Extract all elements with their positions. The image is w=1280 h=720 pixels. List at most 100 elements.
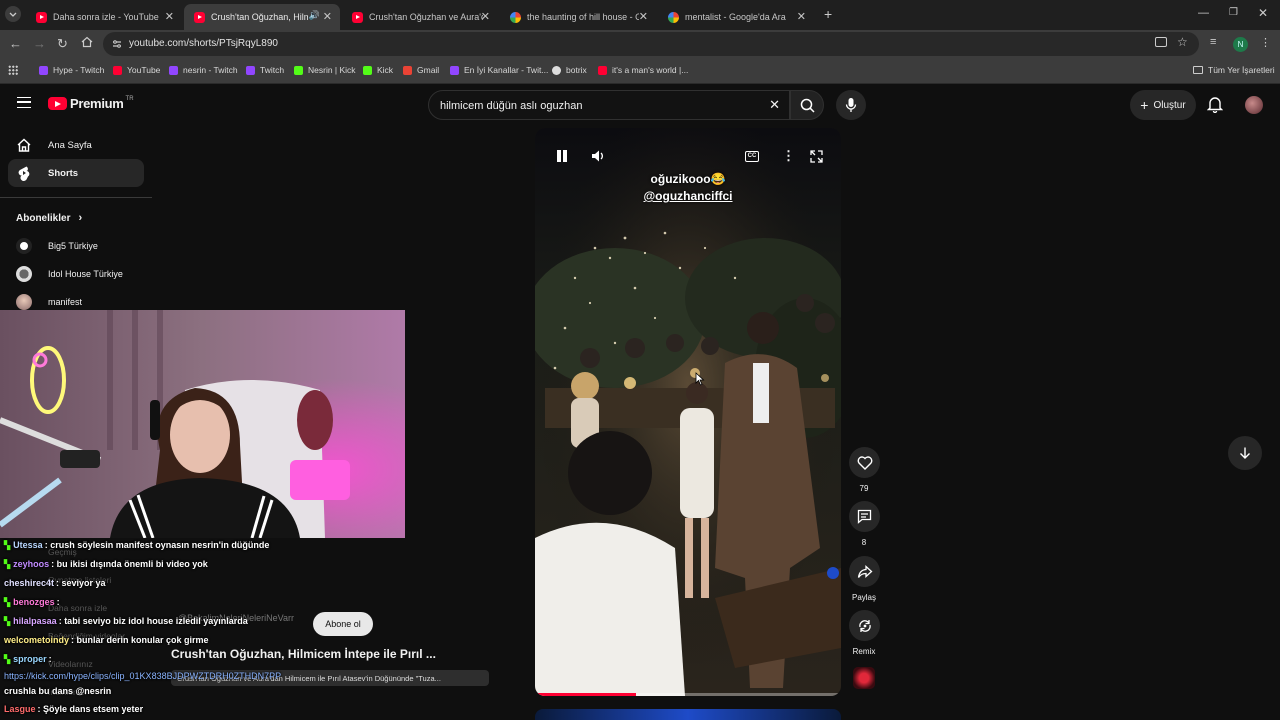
tab-media-icon[interactable]: ≡ (1210, 36, 1216, 48)
bookmark-item[interactable]: botrix (552, 65, 587, 75)
chat-username: zeyhoos (13, 559, 50, 569)
bookmark-item[interactable]: Kick (363, 65, 393, 75)
create-button[interactable]: + Oluştur (1130, 90, 1196, 120)
sound-thumbnail[interactable] (853, 667, 875, 689)
profile-avatar[interactable]: N (1233, 37, 1248, 52)
apps-grid-icon[interactable] (8, 65, 18, 75)
heart-icon (857, 456, 872, 470)
chat-message: ▚ sproper: (4, 654, 55, 664)
subscribe-button[interactable]: Abone ol (313, 612, 373, 636)
youtube-icon (598, 65, 607, 75)
close-icon[interactable]: ✕ (481, 10, 490, 23)
browser-tab[interactable]: the haunting of hill house - Goo ✕ (500, 4, 656, 30)
next-short-button[interactable] (1228, 436, 1262, 470)
browser-menu-icon[interactable]: ⋮ (1260, 36, 1271, 49)
address-bar[interactable]: youtube.com/shorts/PTsjRqyL890 ☆ (103, 32, 1199, 56)
chat-message: ▚ hilalpasaa: tabi seviyo biz idol house… (4, 616, 248, 626)
subscriptions-header[interactable]: Abonelikler › (16, 212, 82, 224)
back-button[interactable]: ← (9, 36, 22, 52)
close-icon[interactable]: ✕ (323, 10, 332, 23)
bookmark-item[interactable]: Nesrin | Kick (294, 65, 356, 75)
voice-search-button[interactable] (836, 90, 866, 120)
tab-title: Daha sonra izle - YouTube (53, 12, 159, 22)
youtube-icon (113, 65, 122, 75)
browser-toolbar: ← → ↻ youtube.com/shorts/PTsjRqyL890 ☆ ≡… (0, 30, 1280, 58)
chat-link[interactable]: https://kick.com/hype/clips/clip_01KX838… (4, 671, 281, 681)
close-icon[interactable]: ✕ (165, 10, 174, 23)
sidebar-item-home[interactable]: Ana Sayfa (8, 131, 144, 159)
like-button[interactable] (849, 447, 880, 478)
site-info-icon[interactable] (112, 39, 122, 49)
sidebar-divider (0, 197, 152, 198)
install-app-icon[interactable] (1155, 37, 1167, 47)
youtube-icon (352, 11, 363, 23)
bookmark-star-icon[interactable]: ☆ (1177, 35, 1188, 49)
close-icon[interactable]: ✕ (639, 10, 648, 23)
video-title[interactable]: Crush'tan Oğuzhan, Hilmicem İntepe ile P… (171, 647, 436, 661)
bookmark-item[interactable]: Twitch (246, 65, 284, 75)
new-tab-button[interactable]: + (824, 6, 832, 22)
bookmark-label: Tüm Yer İşaretleri (1208, 65, 1275, 75)
youtube-logo-icon (48, 97, 67, 110)
chat-message-link[interactable]: https://kick.com/hype/clips/clip_01KX838… (4, 671, 281, 681)
streamer-webcam (0, 310, 405, 538)
kick-icon (363, 65, 372, 75)
search-input[interactable]: hilmicem düğün aslı oguzhan ✕ (428, 90, 790, 120)
home-icon (17, 138, 31, 152)
browser-tab[interactable]: mentalist - Google'da Ara ✕ (658, 4, 814, 30)
shorts-video-player[interactable]: CC ⋮ oğuzikooo😂 @oguzhanciffci (535, 128, 841, 696)
bookmark-item[interactable]: Hype - Twitch (39, 65, 104, 75)
kick-badge-icon: ▚ (4, 559, 11, 569)
all-bookmarks-folder[interactable]: Tüm Yer İşaretleri (1193, 65, 1275, 75)
reload-button[interactable]: ↻ (57, 36, 68, 52)
remix-button[interactable] (849, 610, 880, 641)
tab-search-button[interactable] (5, 6, 21, 22)
window-close-button[interactable]: ✕ (1258, 6, 1268, 20)
search-button[interactable] (790, 90, 824, 120)
subscription-item[interactable]: Idol House Türkiye (16, 264, 123, 284)
account-avatar[interactable] (1245, 96, 1263, 114)
browser-tab[interactable]: Daha sonra izle - YouTube ✕ (26, 4, 182, 30)
forward-button[interactable]: → (33, 36, 46, 52)
arrow-down-icon (1240, 447, 1250, 459)
bookmark-item[interactable]: Gmail (403, 65, 439, 75)
chat-text: seviyor ya (61, 578, 106, 588)
tab-title: the haunting of hill house - Goo (527, 12, 639, 22)
kick-badge-icon: ▚ (4, 540, 11, 550)
bookmark-item[interactable]: En İyi Kanallar - Twit... (450, 65, 548, 75)
next-short-preview[interactable] (535, 709, 841, 720)
bookmark-item[interactable]: it's a man's world |... (598, 65, 688, 75)
browser-tab-active[interactable]: Crush'tan Oğuzhan, Hilmice 🔊 ✕ (184, 4, 340, 30)
volume-button[interactable] (591, 149, 605, 168)
channel-name: manifest (48, 297, 83, 307)
bookmark-item[interactable]: nesrin - Twitch (169, 65, 238, 75)
bookmark-label: Nesrin | Kick (308, 65, 356, 75)
captions-button[interactable]: CC (745, 151, 759, 162)
fullscreen-icon[interactable] (810, 150, 823, 168)
chat-username: Utessa (13, 540, 43, 550)
clear-search-icon[interactable]: ✕ (769, 97, 780, 113)
pause-button[interactable] (556, 150, 568, 162)
browser-tab[interactable]: Crush'tan Oğuzhan ve Aura'dan ✕ (342, 4, 498, 30)
notifications-bell-icon[interactable] (1206, 96, 1224, 118)
subscription-item[interactable]: Big5 Türkiye (16, 236, 98, 256)
bookmark-item[interactable]: YouTube (113, 65, 160, 75)
bookmark-label: YouTube (127, 65, 161, 75)
subscription-item[interactable]: manifest (16, 292, 82, 312)
speaker-icon[interactable]: 🔊 (309, 10, 320, 21)
comments-button[interactable] (849, 501, 880, 532)
bookmarks-bar: Hype - Twitch YouTube nesrin - Twitch Tw… (0, 58, 1280, 84)
shorts-icon (18, 166, 30, 181)
home-button[interactable] (81, 36, 93, 52)
hamburger-menu-icon[interactable] (17, 97, 31, 108)
close-icon[interactable]: ✕ (797, 10, 806, 23)
tab-title: Crush'tan Oğuzhan ve Aura'dan (369, 12, 483, 22)
sidebar-item-shorts[interactable]: Shorts (8, 159, 144, 187)
video-overlay-name: oğuzikooo😂 (650, 172, 726, 186)
video-progress-track[interactable] (535, 693, 841, 696)
minimize-button[interactable]: — (1198, 7, 1209, 19)
youtube-logo[interactable]: Premium TR (48, 96, 134, 111)
more-options-icon[interactable]: ⋮ (782, 148, 795, 164)
share-button[interactable] (849, 556, 880, 587)
restore-button[interactable]: ❐ (1229, 7, 1238, 18)
